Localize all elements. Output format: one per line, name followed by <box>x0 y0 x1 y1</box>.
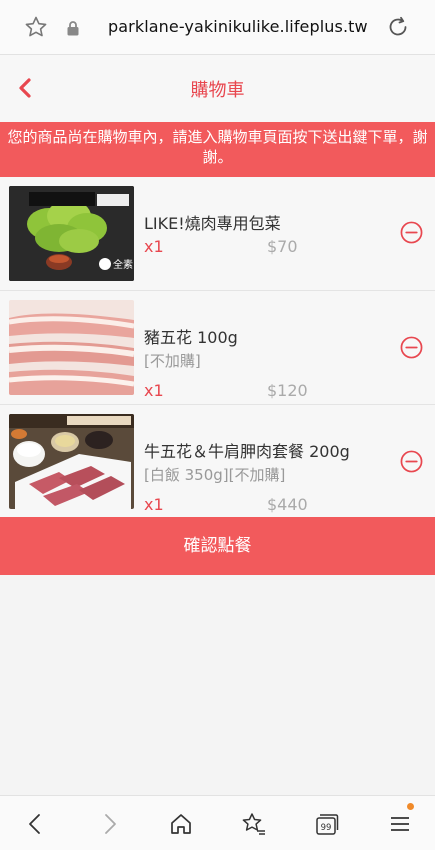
lettuce-pack-photo: 全素 <box>9 186 134 281</box>
svg-text:99: 99 <box>321 823 332 833</box>
pork-belly-photo <box>9 300 134 395</box>
item-quantity: x1 <box>144 495 164 514</box>
item-name: LIKE!燒肉專用包菜 <box>144 214 281 233</box>
star-icon[interactable] <box>24 15 48 39</box>
cart-notice-banner: 您的商品尚在購物車內，請進入購物車頁面按下送出鍵下單，謝謝。 <box>0 122 435 177</box>
back-icon[interactable] <box>22 811 48 837</box>
item-price: $70 <box>267 237 298 256</box>
menu-icon[interactable] <box>387 811 413 837</box>
cart-item[interactable]: 全素 LIKE!燒肉專用包菜 x1 $70 <box>0 177 435 291</box>
cart-item[interactable]: 牛五花＆牛肩胛肉套餐 200g [白飯 350g][不加購] x1 $440 <box>0 405 435 519</box>
minus-circle-icon[interactable] <box>400 221 423 244</box>
browser-bottom-nav: 99 <box>0 795 435 850</box>
item-name: 牛五花＆牛肩胛肉套餐 200g <box>144 442 350 461</box>
home-icon[interactable] <box>168 811 194 837</box>
lock-icon <box>67 21 79 36</box>
cart-item[interactable]: 豬五花 100g [不加購] x1 $120 <box>0 291 435 405</box>
item-price: $120 <box>267 381 308 400</box>
item-quantity: x1 <box>144 381 164 400</box>
tabs-icon[interactable]: 99 <box>314 811 340 837</box>
item-name: 豬五花 100g <box>144 328 238 347</box>
item-price: $440 <box>267 495 308 514</box>
item-option: [白飯 350g][不加購] <box>144 466 286 484</box>
forward-icon[interactable] <box>97 811 123 837</box>
item-quantity: x1 <box>144 237 164 256</box>
url-text[interactable]: parklane-yakinikulike.lifeplus.tw <box>108 17 368 36</box>
bookmarks-icon[interactable] <box>241 811 267 837</box>
confirm-order-button[interactable]: 確認點餐 <box>0 517 435 575</box>
cart-list: 全素 LIKE!燒肉專用包菜 x1 $70 豬五花 100g [不加購] x1 … <box>0 177 435 519</box>
page-title: 購物車 <box>190 80 245 101</box>
notification-dot <box>407 803 414 810</box>
address-bar: parklane-yakinikulike.lifeplus.tw <box>0 0 435 55</box>
app-header: 購物車 <box>0 55 435 122</box>
item-option: [不加購] <box>144 352 201 370</box>
reload-icon[interactable] <box>386 15 410 39</box>
svg-text:全素: 全素 <box>113 258 133 271</box>
minus-circle-icon[interactable] <box>400 336 423 359</box>
minus-circle-icon[interactable] <box>400 450 423 473</box>
beef-set-photo <box>9 414 134 509</box>
